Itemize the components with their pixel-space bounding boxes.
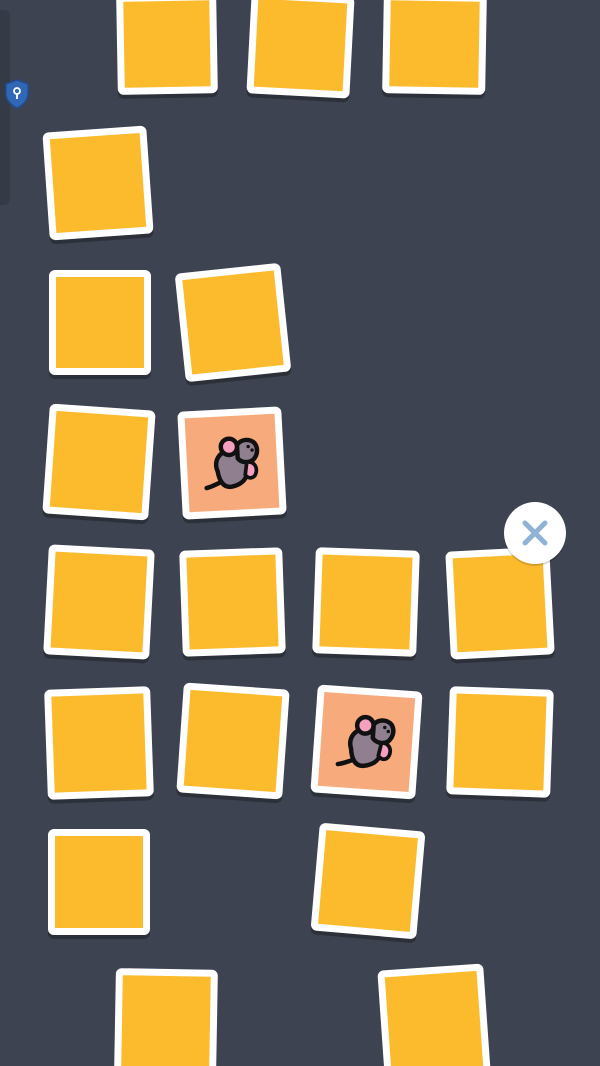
memory-card[interactable]: [246, 0, 355, 99]
memory-card[interactable]: [116, 0, 218, 95]
memory-card[interactable]: [446, 686, 554, 798]
game-board: [0, 0, 600, 1066]
memory-card[interactable]: [179, 547, 286, 657]
memory-card[interactable]: [176, 682, 290, 800]
memory-card[interactable]: [44, 686, 154, 800]
memory-card[interactable]: [48, 829, 150, 935]
memory-card[interactable]: [42, 403, 156, 521]
close-icon: [522, 520, 548, 546]
memory-card[interactable]: [174, 262, 292, 383]
mouse-icon: [204, 436, 260, 491]
memory-card[interactable]: [382, 0, 487, 95]
mouse-icon: [335, 714, 396, 769]
close-button[interactable]: [504, 502, 566, 564]
memory-card[interactable]: [49, 270, 151, 375]
memory-card[interactable]: [310, 822, 426, 940]
memory-card-revealed[interactable]: [310, 684, 423, 800]
memory-card[interactable]: [312, 547, 420, 657]
memory-card[interactable]: [42, 125, 154, 241]
memory-card[interactable]: [114, 968, 218, 1066]
memory-card[interactable]: [377, 963, 491, 1066]
memory-card-revealed[interactable]: [177, 406, 287, 520]
memory-card[interactable]: [43, 544, 155, 660]
shield-icon[interactable]: [4, 79, 30, 109]
